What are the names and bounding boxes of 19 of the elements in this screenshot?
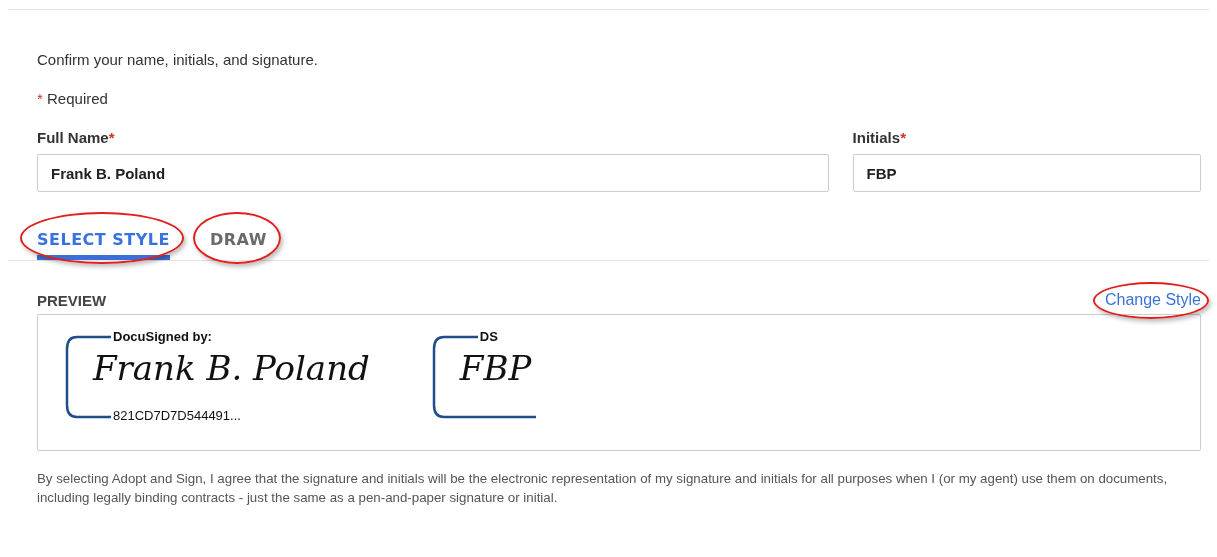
tab[interactable]: DRAW	[209, 226, 267, 260]
instruction-text: Confirm your name, initials, and signature.	[37, 51, 319, 68]
required-mark: *	[900, 129, 906, 146]
stamp-header: DS	[479, 329, 499, 344]
required-mark: *	[37, 90, 43, 107]
preview-title: PREVIEW	[37, 292, 107, 309]
change-style-link[interactable]: Change Style	[1104, 291, 1201, 308]
initials-text: FBP	[459, 348, 532, 388]
input-field[interactable]: Frank B. Poland	[37, 154, 829, 192]
stamp-header: DocuSigned by:	[113, 329, 213, 344]
field-label: Initials	[852, 129, 901, 146]
signature-id: 821CD7D7D544491...	[113, 408, 242, 423]
signature-text: Frank B. Poland	[93, 348, 370, 388]
disclaimer-text: By selecting Adopt and Sign, I agree that the signature and initials will be the electronic representation of my signature and initials for all purposes when I (or my agent) use them on documents, including legally binding contracts - just the same as a pen-and-paper signature or initial.	[37, 470, 1169, 508]
required-label: Required	[47, 90, 108, 107]
field-label: Full Name	[37, 129, 109, 146]
tab[interactable]: SELECT STYLE	[37, 226, 170, 260]
required-mark: *	[108, 129, 115, 146]
input-field[interactable]: FBP	[852, 154, 1201, 192]
